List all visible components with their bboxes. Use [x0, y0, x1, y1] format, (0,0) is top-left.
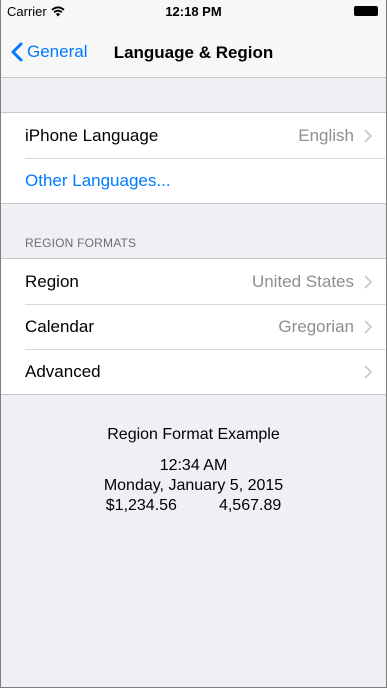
iphone-language-value: English	[298, 125, 354, 145]
calendar-row[interactable]: Calendar Gregorian	[1, 304, 386, 349]
example-title: Region Format Example	[107, 426, 280, 443]
settings-screen: Carrier 12:18 PM General Language & Regi…	[0, 0, 387, 688]
chevron-right-icon	[364, 364, 372, 379]
chevron-right-icon	[364, 274, 372, 289]
region-formats-header: REGION FORMATS	[25, 236, 137, 250]
region-formats-group: Region United States Calendar Gregorian …	[1, 258, 386, 395]
region-format-example: Region Format Example 12:34 AM Monday, J…	[1, 426, 386, 516]
language-group: iPhone Language English Other Languages.…	[1, 112, 386, 204]
example-date: Monday, January 5, 2015	[103, 477, 284, 494]
chevron-right-icon	[364, 319, 372, 334]
example-number: 4,567.89	[218, 497, 282, 514]
iphone-language-row[interactable]: iPhone Language English	[1, 113, 386, 158]
advanced-label: Advanced	[25, 361, 101, 381]
example-amounts: $1,234.56 4,567.89	[1, 496, 386, 516]
chevron-right-icon	[364, 128, 372, 143]
status-time: 12:18 PM	[165, 4, 222, 19]
example-time: 12:34 AM	[159, 457, 228, 474]
region-label: Region	[25, 271, 79, 291]
battery-icon	[354, 6, 378, 16]
status-bar: Carrier 12:18 PM	[1, 0, 386, 22]
example-currency: $1,234.56	[105, 497, 177, 514]
iphone-language-label: iPhone Language	[25, 125, 159, 145]
other-languages-label: Other Languages...	[25, 170, 171, 190]
other-languages-row[interactable]: Other Languages...	[1, 158, 386, 203]
calendar-value: Gregorian	[278, 316, 354, 336]
navigation-bar: General Language & Region	[1, 22, 386, 78]
page-title: Language & Region	[113, 43, 274, 62]
advanced-row[interactable]: Advanced	[1, 349, 386, 394]
region-row[interactable]: Region United States	[1, 259, 386, 304]
region-value: United States	[251, 271, 354, 291]
calendar-label: Calendar	[25, 316, 94, 336]
